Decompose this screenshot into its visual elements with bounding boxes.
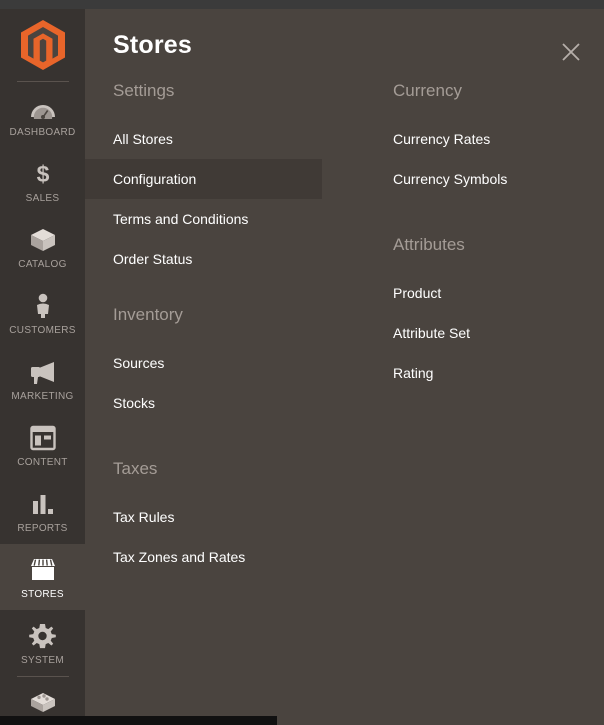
horizontal-scrollbar[interactable] <box>0 716 277 725</box>
menu-link-product[interactable]: Product <box>365 273 604 313</box>
menu-columns: Settings All Stores Configuration Terms … <box>85 81 604 721</box>
menu-group-inventory: Inventory Sources Stocks <box>85 305 365 423</box>
sidebar-item-dashboard[interactable]: DASHBOARD <box>0 82 85 148</box>
sidebar-item-catalog[interactable]: CATALOG <box>0 214 85 280</box>
menu-group-title: Inventory <box>113 305 183 324</box>
extension-block-icon <box>28 688 58 718</box>
sidebar-item-reports[interactable]: REPORTS <box>0 478 85 544</box>
sidebar-item-marketing[interactable]: MARKETING <box>0 346 85 412</box>
sidebar-item-customers[interactable]: CUSTOMERS <box>0 280 85 346</box>
sidebar-item-label: REPORTS <box>17 523 68 534</box>
admin-window: DASHBOARD $ SALES CATALOG CUSTOMERS MARK… <box>0 0 604 725</box>
sidebar-item-label: MARKETING <box>11 391 74 402</box>
sidebar-item-label: CONTENT <box>17 457 68 468</box>
menu-group-title: Settings <box>113 81 175 100</box>
menu-group-title: Currency <box>393 81 462 100</box>
menu-link-terms-and-conditions[interactable]: Terms and Conditions <box>85 199 365 239</box>
person-icon <box>33 291 53 321</box>
megaphone-icon <box>28 357 58 387</box>
gear-icon <box>29 621 56 651</box>
panel-header: Stores <box>85 9 604 81</box>
menu-link-tax-rules[interactable]: Tax Rules <box>85 497 365 537</box>
bar-chart-icon <box>30 489 56 519</box>
menu-link-order-status[interactable]: Order Status <box>85 239 365 279</box>
menu-link-tax-zones-and-rates[interactable]: Tax Zones and Rates <box>85 537 365 577</box>
sidebar-item-label: DASHBOARD <box>9 127 76 138</box>
menu-column-left: Settings All Stores Configuration Terms … <box>85 81 365 577</box>
menu-column-right: Currency Currency Rates Currency Symbols… <box>365 81 604 393</box>
close-button[interactable] <box>551 32 591 72</box>
dollar-sign-icon: $ <box>34 159 52 189</box>
layout-window-icon <box>29 423 56 453</box>
sidebar-item-sales[interactable]: $ SALES <box>0 148 85 214</box>
sidebar-item-label: SYSTEM <box>21 655 64 666</box>
sidebar-item-stores[interactable]: STORES <box>0 544 85 610</box>
window-top-strip <box>0 0 604 9</box>
menu-group-title: Taxes <box>113 459 158 478</box>
menu-group-title: Attributes <box>393 235 465 254</box>
main-sidebar: DASHBOARD $ SALES CATALOG CUSTOMERS MARK… <box>0 9 85 725</box>
sidebar-item-label: STORES <box>21 589 64 600</box>
sidebar-item-label: CATALOG <box>18 259 67 270</box>
menu-link-sources[interactable]: Sources <box>85 343 365 383</box>
sidebar-item-label: SALES <box>25 193 60 204</box>
sidebar-item-content[interactable]: CONTENT <box>0 412 85 478</box>
menu-group-attributes: Attributes Product Attribute Set Rating <box>365 235 604 393</box>
box-icon <box>29 225 57 255</box>
brand-logo[interactable] <box>0 9 85 81</box>
menu-link-all-stores[interactable]: All Stores <box>85 119 365 159</box>
stores-menu-panel: Stores Settings All Stores Configuration… <box>85 9 604 725</box>
magento-logo-icon <box>20 20 65 70</box>
menu-link-stocks[interactable]: Stocks <box>85 383 365 423</box>
menu-link-configuration[interactable]: Configuration <box>85 159 322 199</box>
menu-group-taxes: Taxes Tax Rules Tax Zones and Rates <box>85 459 365 577</box>
sidebar-item-system[interactable]: SYSTEM <box>0 610 85 676</box>
svg-text:$: $ <box>36 161 49 187</box>
menu-link-rating[interactable]: Rating <box>365 353 604 393</box>
menu-link-attribute-set[interactable]: Attribute Set <box>365 313 604 353</box>
menu-group-currency: Currency Currency Rates Currency Symbols <box>365 81 604 199</box>
close-icon <box>562 43 580 61</box>
dashboard-gauge-icon <box>28 93 58 123</box>
sidebar-item-label: CUSTOMERS <box>9 325 76 336</box>
menu-group-settings: Settings All Stores Configuration Terms … <box>85 81 365 279</box>
storefront-icon <box>28 555 58 585</box>
page-title: Stores <box>113 30 193 59</box>
menu-link-currency-symbols[interactable]: Currency Symbols <box>365 159 604 199</box>
menu-link-currency-rates[interactable]: Currency Rates <box>365 119 604 159</box>
